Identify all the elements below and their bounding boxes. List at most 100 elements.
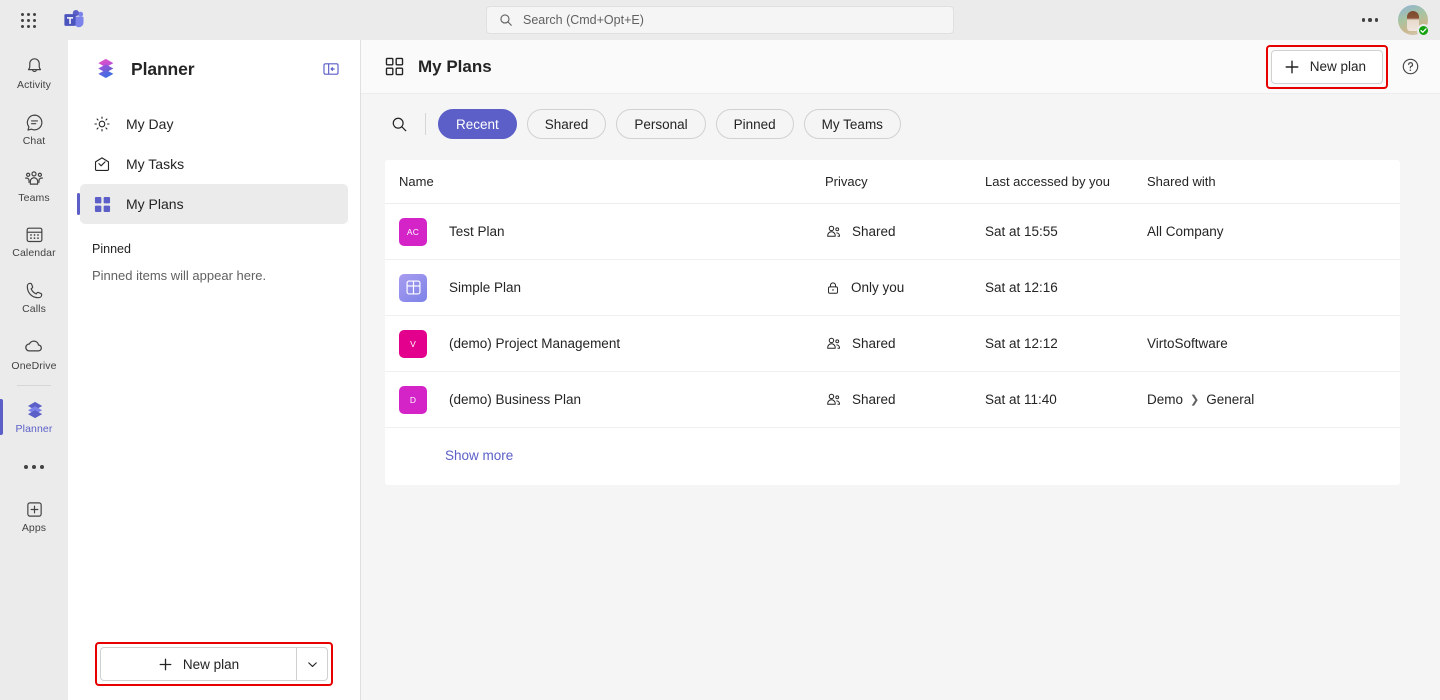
tasks-checkmark-icon (92, 155, 112, 173)
search-input[interactable]: Search (Cmd+Opt+E) (486, 6, 954, 34)
plus-icon (1285, 60, 1299, 74)
rail-label: Apps (21, 522, 47, 534)
plan-last-accessed: Sat at 12:16 (985, 280, 1058, 295)
chip-label: Shared (544, 116, 589, 132)
table-header-row: Name Privacy Last accessed by you Shared… (385, 160, 1400, 204)
sidebar-item-my-tasks[interactable]: My Tasks (80, 144, 348, 184)
new-plan-dropdown-button[interactable] (296, 647, 328, 681)
show-more-link[interactable]: Show more (385, 428, 1400, 485)
plan-privacy: Only you (851, 280, 905, 295)
plan-name-cell: D (demo) Business Plan (399, 385, 825, 414)
waffle-grid-icon[interactable] (12, 4, 44, 36)
column-header-name[interactable]: Name (399, 174, 825, 189)
column-header-shared-with[interactable]: Shared with (1147, 174, 1386, 189)
plan-privacy-cell: Shared (825, 391, 985, 408)
plan-tile-icon (399, 273, 427, 302)
rail-divider (17, 385, 51, 386)
plan-last-accessed: Sat at 15:55 (985, 224, 1058, 239)
people-icon (827, 337, 840, 349)
microsoft-teams-logo[interactable] (60, 6, 88, 34)
rail-item-chat[interactable]: Chat (0, 102, 68, 158)
annotation-box-new-plan: New plan (1265, 44, 1388, 89)
collapse-panel-icon[interactable] (318, 56, 344, 82)
rail-item-teams[interactable]: Teams (0, 158, 68, 214)
shared-with-parent: Demo (1147, 392, 1184, 407)
main-content: My Plans New plan Recent Shared Personal… (360, 40, 1440, 700)
sidebar-item-my-day[interactable]: My Day (80, 104, 348, 144)
plan-shared-with: Demo ❯ General (1147, 392, 1386, 407)
phone-icon (26, 282, 42, 299)
filter-chip-personal[interactable]: Personal (616, 109, 706, 139)
plan-name-cell: AC Test Plan (399, 217, 825, 246)
plan-name: (demo) Business Plan (449, 392, 582, 407)
help-question-icon[interactable] (1394, 51, 1426, 83)
plan-name: Simple Plan (449, 280, 522, 295)
sidebar-item-my-plans[interactable]: My Plans (77, 184, 348, 224)
plan-privacy: Shared (852, 336, 896, 351)
chip-label: My Teams (821, 116, 883, 132)
sidebar-item-label: My Tasks (126, 156, 185, 172)
board-glyph-icon (405, 280, 421, 295)
table-row[interactable]: AC Test Plan Shared Sat at 15:55 All Com… (385, 204, 1400, 260)
column-header-last-accessed[interactable]: Last accessed by you (985, 174, 1147, 189)
cloud-icon (24, 340, 42, 352)
plans-table: Name Privacy Last accessed by you Shared… (385, 160, 1400, 485)
rail-item-activity[interactable]: Activity (0, 46, 68, 102)
grid-squares-icon (92, 196, 112, 213)
plan-privacy-cell: Shared (825, 335, 985, 352)
title-bar-left (12, 4, 88, 36)
main-header: My Plans New plan (361, 40, 1440, 94)
rail-more-icon[interactable] (24, 445, 44, 489)
rail-item-calendar[interactable]: Calendar (0, 214, 68, 270)
filter-chip-pinned[interactable]: Pinned (715, 109, 794, 139)
rail-label: OneDrive (11, 360, 57, 372)
sidebar-item-label: My Day (126, 116, 174, 132)
search-icon (500, 14, 512, 26)
rail-item-onedrive[interactable]: OneDrive (0, 326, 68, 382)
table-row[interactable]: V (demo) Project Management Shared Sat a… (385, 316, 1400, 372)
plan-name: Test Plan (449, 224, 505, 239)
chat-bubble-icon (26, 114, 42, 131)
rail-item-planner[interactable]: Planner (0, 389, 68, 445)
sun-icon (92, 115, 112, 133)
chip-label: Recent (456, 116, 499, 132)
new-plan-button[interactable]: New plan (1270, 49, 1383, 84)
table-row[interactable]: Simple Plan Only you Sat at 12:16 (385, 260, 1400, 316)
rail-label: Activity (16, 79, 52, 91)
filter-chips: Recent Shared Personal Pinned My Teams (438, 109, 901, 139)
plan-shared-with: VirtoSoftware (1147, 336, 1228, 351)
sidebar-item-label: My Plans (126, 196, 184, 212)
people-icon (827, 225, 840, 237)
sidebar-new-plan-button[interactable]: New plan (100, 647, 296, 681)
plan-tile-icon: D (399, 385, 427, 414)
page-title: My Plans (385, 57, 492, 77)
table-row[interactable]: D (demo) Business Plan Shared Sat at 11:… (385, 372, 1400, 428)
plans-search-icon[interactable] (385, 110, 413, 138)
avatar[interactable] (1398, 5, 1430, 37)
plan-privacy-cell: Only you (825, 280, 985, 296)
app-rail: Activity Chat Teams Calendar Calls OneDr… (0, 40, 68, 700)
planner-sidebar: Planner My Day My Tasks My Plans Pinned … (68, 40, 360, 700)
filter-chip-my-teams[interactable]: My Teams (803, 109, 901, 139)
chip-label: Pinned (733, 116, 776, 132)
filter-chip-shared[interactable]: Shared (526, 109, 607, 139)
plan-privacy: Shared (852, 224, 896, 239)
chevron-down-icon (307, 661, 317, 667)
filter-chip-recent[interactable]: Recent (438, 109, 517, 139)
plan-last-accessed: Sat at 11:40 (985, 392, 1057, 407)
rail-item-calls[interactable]: Calls (0, 270, 68, 326)
sidebar-title: Planner (131, 58, 195, 79)
column-header-privacy[interactable]: Privacy (825, 174, 985, 189)
bell-icon (27, 58, 41, 73)
pinned-empty-text: Pinned items will appear here. (92, 268, 267, 283)
global-search: Search (Cmd+Opt+E) (486, 6, 954, 34)
rail-label: Chat (22, 135, 46, 147)
pinned-heading: Pinned (92, 242, 131, 256)
plan-privacy-cell: Shared (825, 223, 985, 240)
window-body: Activity Chat Teams Calendar Calls OneDr… (0, 40, 1440, 700)
rail-item-apps[interactable]: Apps (0, 489, 68, 545)
page-title-text: My Plans (418, 56, 492, 76)
plus-icon (159, 658, 172, 670)
ellipsis-icon[interactable] (1356, 12, 1385, 28)
plan-last-accessed: Sat at 12:12 (985, 336, 1058, 351)
